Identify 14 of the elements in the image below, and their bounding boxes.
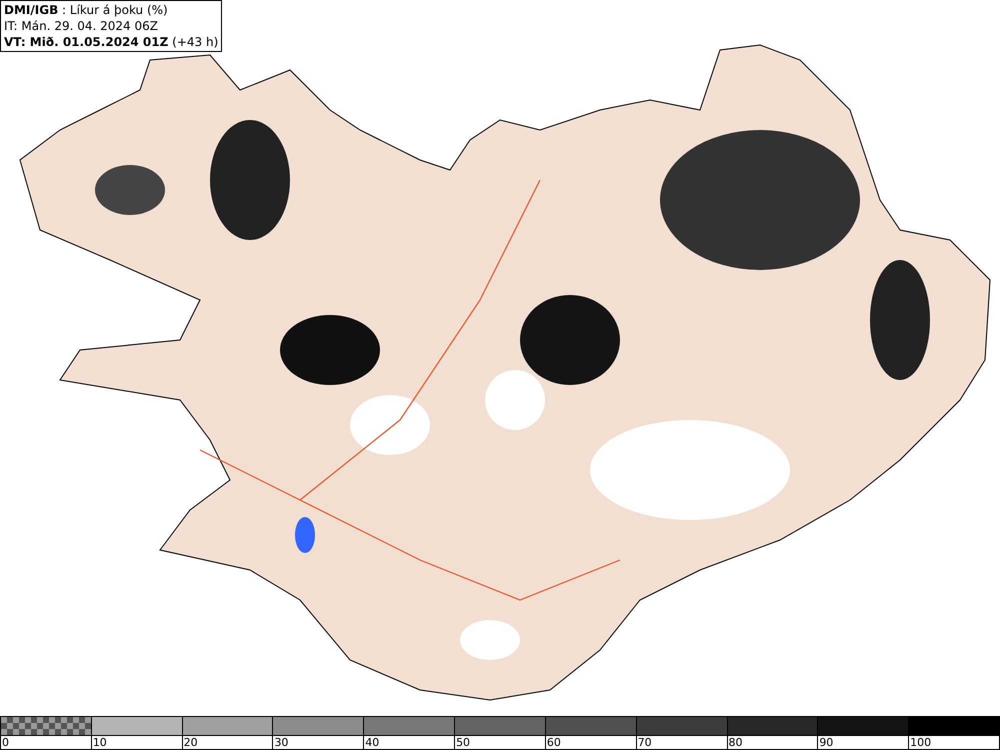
info-text: DMI/IGB : Líkur á þoku (%) bbox=[4, 2, 169, 18]
scale-label: 60 bbox=[544, 736, 636, 749]
info-text: IT: Mán. 29. 04. 2024 06Z bbox=[4, 18, 159, 34]
scale-label: 30 bbox=[272, 736, 364, 749]
scale-label: 100 bbox=[908, 736, 999, 749]
scale-label: 90 bbox=[817, 736, 908, 749]
scale-label: 0 bbox=[1, 736, 10, 749]
scale-label: 50 bbox=[454, 736, 545, 749]
scale-label: 80 bbox=[726, 736, 818, 749]
scale-label: 20 bbox=[182, 736, 272, 749]
scale-label: 10 bbox=[90, 736, 182, 749]
scale-label: 40 bbox=[363, 736, 454, 749]
scale-label: 70 bbox=[636, 736, 726, 749]
info-text: VT: Mið. 01.05.2024 01Z (+43 h) bbox=[4, 34, 218, 50]
